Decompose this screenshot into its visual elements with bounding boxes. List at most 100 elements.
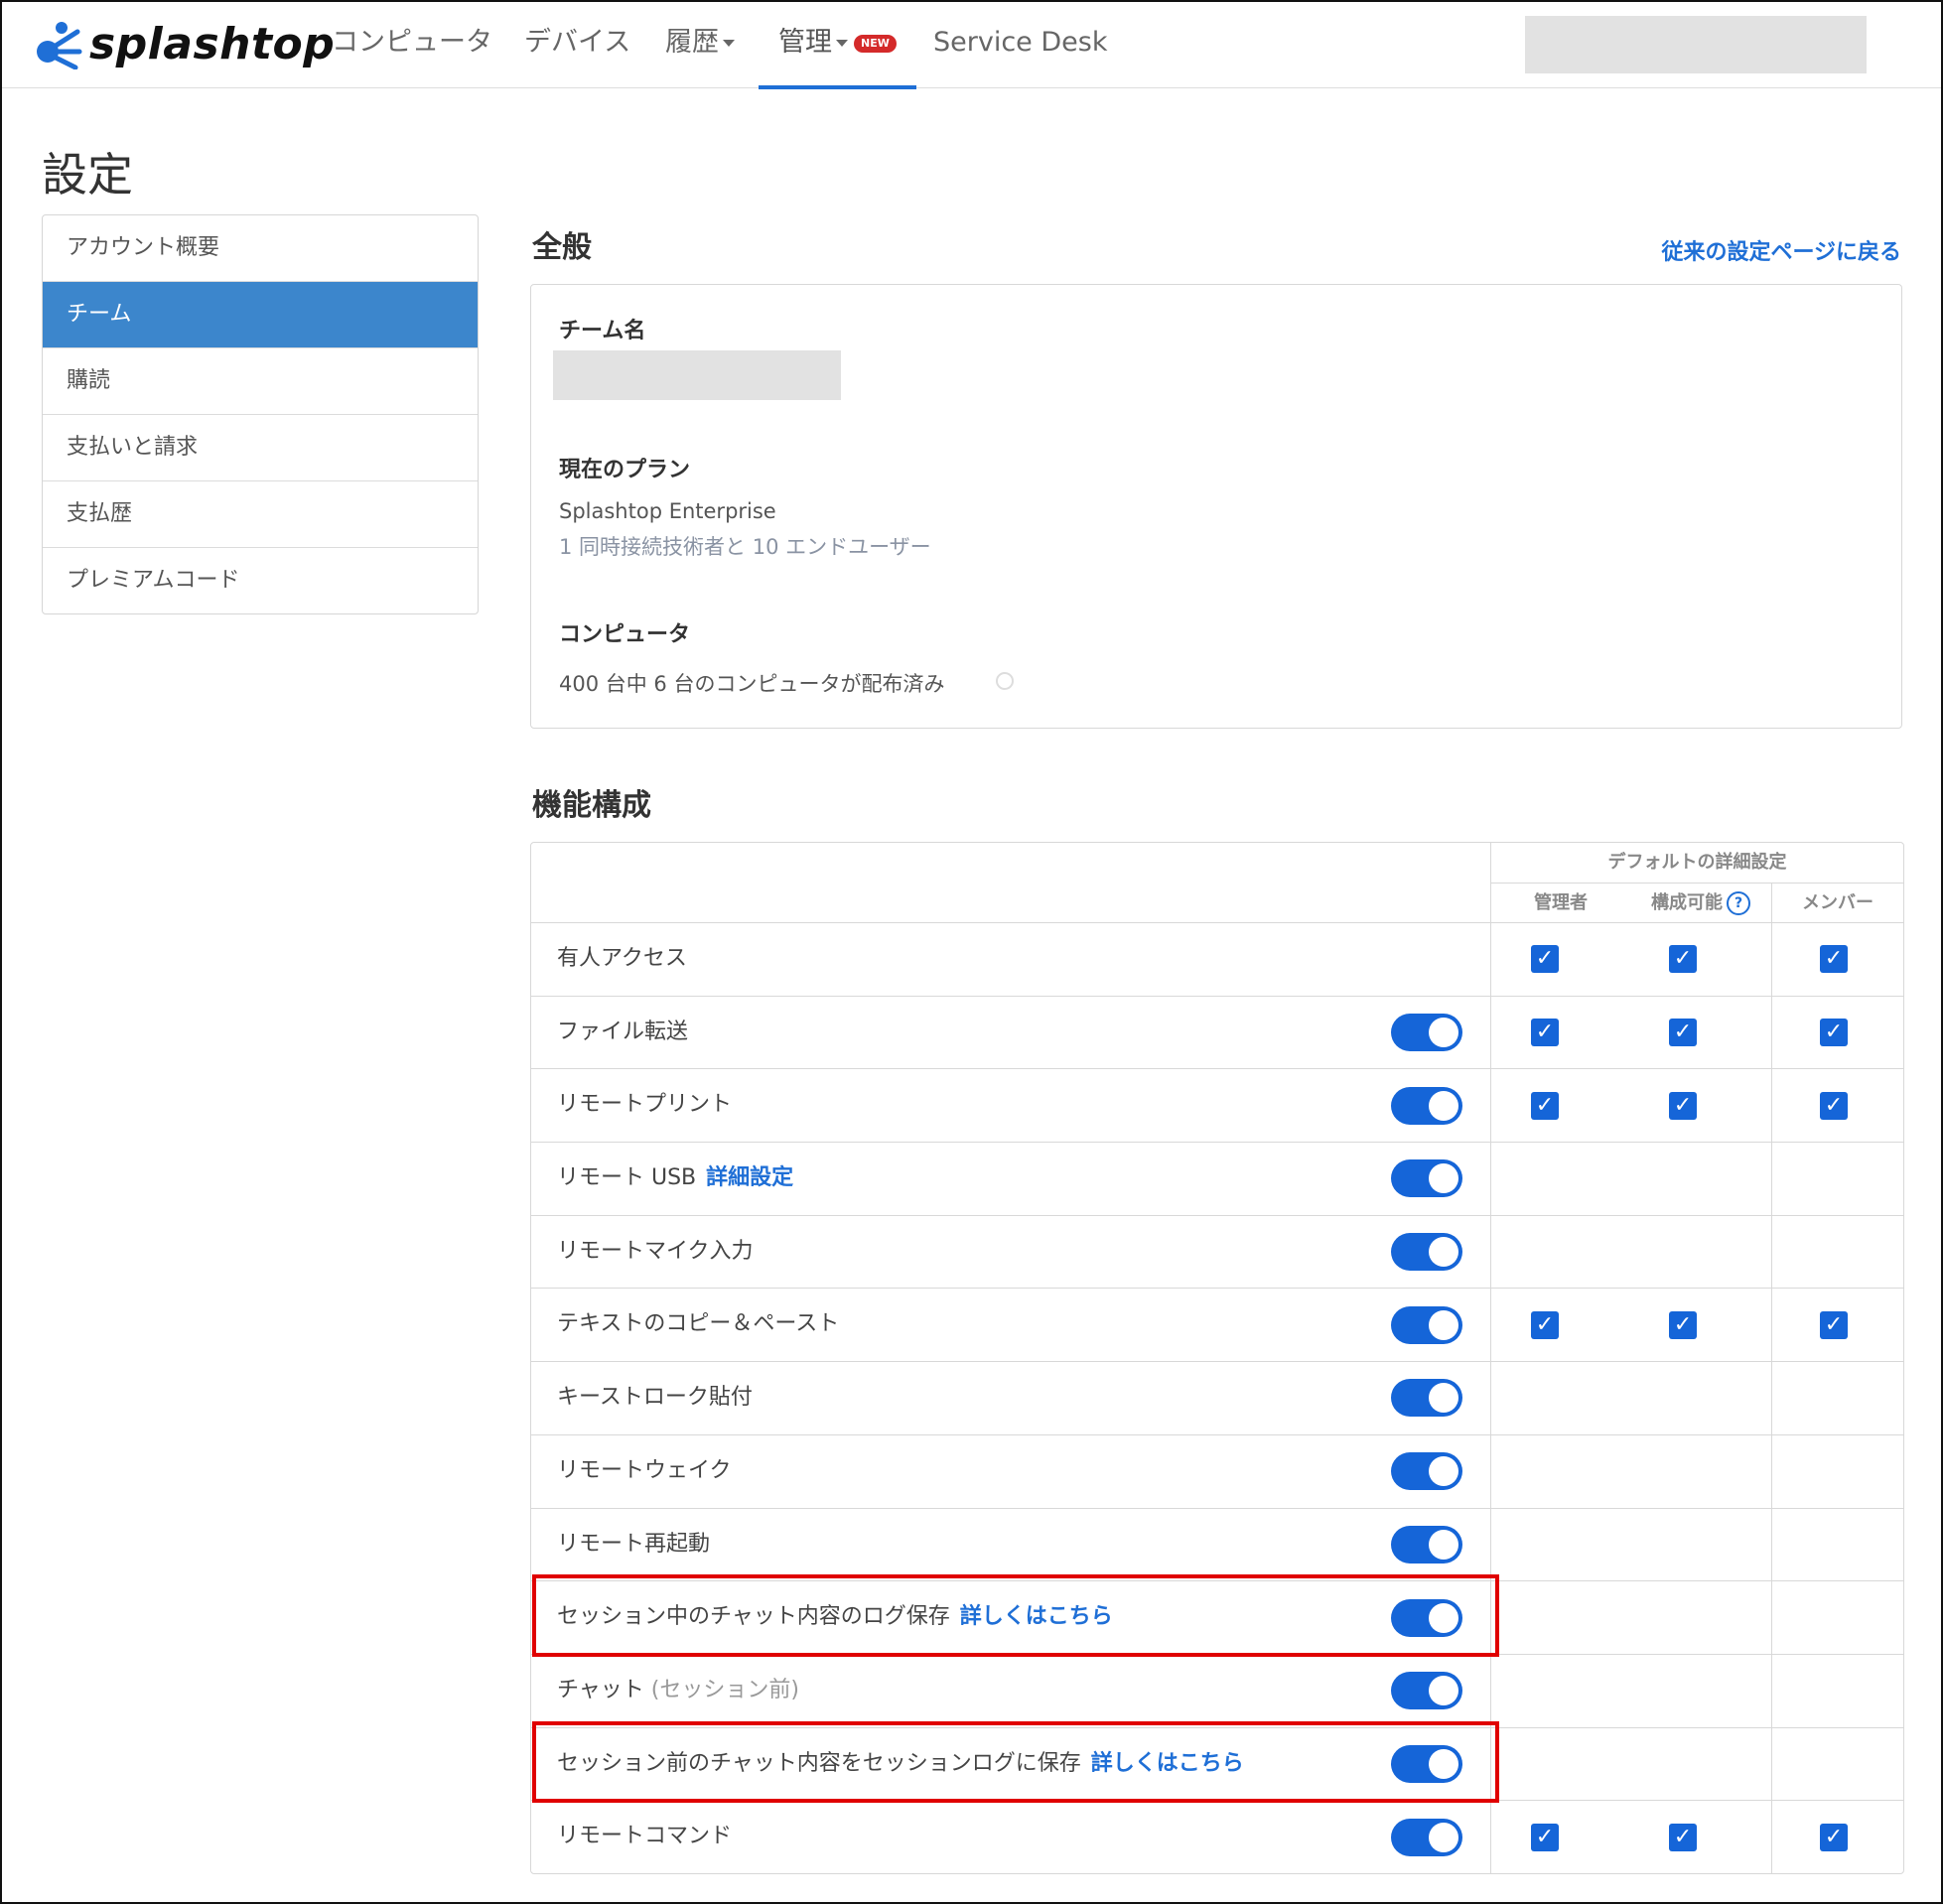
checkbox-admin[interactable]: ✓ <box>1531 1823 1559 1851</box>
feature-toggle[interactable] <box>1391 1452 1462 1491</box>
column-divider <box>1771 1581 1772 1654</box>
plan-name: Splashtop Enterprise <box>559 499 776 523</box>
column-divider <box>1771 1654 1772 1727</box>
column-divider <box>1490 923 1491 996</box>
splashtop-logo[interactable]: splashtop <box>32 14 335 73</box>
feature-name-text: ファイル転送 <box>557 1019 689 1044</box>
feature-name-text: リモートプリント <box>557 1092 733 1118</box>
feature-toggle[interactable] <box>1391 1014 1462 1052</box>
checkbox-admin[interactable]: ✓ <box>1531 1091 1559 1120</box>
feature-name-text: リモートマイク入力 <box>557 1238 754 1264</box>
col-header-admin: 管理者 <box>1534 892 1588 913</box>
column-divider <box>1771 1727 1772 1801</box>
checkbox-member[interactable]: ✓ <box>1820 1823 1848 1851</box>
settings-sidebar: アカウント概要 チーム 購読 支払いと請求 支払歴 プレミアムコード <box>42 214 479 614</box>
feature-name-text: キーストローク貼付 <box>557 1385 753 1411</box>
checkbox-member[interactable]: ✓ <box>1820 1310 1848 1339</box>
highlight-box <box>532 1720 1499 1804</box>
feature-row: キーストローク貼付 <box>531 1362 1903 1435</box>
nav-history-label: 履歴 <box>665 27 719 58</box>
checkbox-configurable[interactable]: ✓ <box>1669 945 1697 974</box>
column-divider <box>1490 1362 1491 1434</box>
checkbox-configurable[interactable]: ✓ <box>1669 1091 1697 1120</box>
checkbox-admin[interactable]: ✓ <box>1531 1310 1559 1339</box>
general-section-title: 全般 <box>532 230 592 265</box>
feature-row: リモートマイク入力 <box>531 1215 1903 1290</box>
feature-row: テキストのコピー＆ペースト ✓ ✓ ✓ <box>531 1289 1903 1363</box>
feature-row: リモートプリント ✓ ✓ ✓ <box>531 1069 1903 1144</box>
feature-name-text: リモートウェイク <box>557 1457 732 1483</box>
checkbox-configurable[interactable]: ✓ <box>1669 1019 1697 1047</box>
feature-toggle[interactable] <box>1391 1379 1462 1418</box>
feature-row: リモートウェイク <box>531 1434 1903 1509</box>
feature-details-link[interactable]: 詳細設定 <box>706 1165 793 1190</box>
feature-name-sub: (セッション前) <box>643 1677 799 1702</box>
feature-name-text: テキストのコピー＆ペースト <box>557 1311 840 1337</box>
splashtop-logo-icon <box>37 22 82 69</box>
nav-computers[interactable]: コンピュータ <box>332 2 492 85</box>
column-divider <box>1490 1215 1491 1289</box>
caret-down-icon <box>836 40 848 47</box>
plan-detail: 1 同時接続技術者と 10 エンドユーザー <box>559 535 931 559</box>
nav-devices-label: デバイス <box>524 27 631 58</box>
feature-name: ファイル転送 <box>557 997 688 1069</box>
legacy-settings-link[interactable]: 従来の設定ページに戻る <box>1661 234 1901 266</box>
column-divider <box>1771 923 1772 996</box>
feature-toggle[interactable] <box>1391 1086 1462 1125</box>
computer-label: コンピュータ <box>559 622 691 647</box>
user-menu-redacted[interactable] <box>1525 16 1867 73</box>
col-header-member: メンバー <box>1802 892 1874 913</box>
sidebar-item-payment-history[interactable]: 支払歴 <box>43 481 478 548</box>
current-plan-label: 現在のプラン <box>559 458 691 482</box>
feature-toggle[interactable] <box>1391 1525 1462 1564</box>
computer-detail: 400 台中 6 台のコンピュータが配布済み <box>559 672 945 696</box>
help-icon[interactable]: ? <box>1727 891 1750 915</box>
feature-name-text: チャット <box>557 1677 644 1702</box>
checkbox-member[interactable]: ✓ <box>1820 1091 1848 1120</box>
column-divider <box>1771 1508 1772 1581</box>
sidebar-item-subscription[interactable]: 購読 <box>43 348 478 415</box>
feature-row: リモートコマンド ✓ ✓ ✓ <box>531 1801 1903 1873</box>
feature-toggle[interactable] <box>1391 1159 1462 1198</box>
column-divider <box>1490 1143 1491 1215</box>
logo-text: splashtop <box>89 18 336 69</box>
column-divider <box>1490 996 1491 1069</box>
feature-toggle[interactable] <box>1391 1233 1462 1272</box>
checkbox-configurable[interactable]: ✓ <box>1669 1823 1697 1851</box>
column-divider <box>1490 1654 1491 1727</box>
column-divider <box>1490 1289 1491 1362</box>
sidebar-item-account-overview[interactable]: アカウント概要 <box>43 215 478 282</box>
column-divider <box>1771 1362 1772 1434</box>
feature-name: リモートマイク入力 <box>557 1216 754 1289</box>
sidebar-item-team[interactable]: チーム <box>43 282 478 348</box>
col-header-configurable: 構成可能? <box>1630 884 1771 922</box>
feature-table-header: デフォルトの詳細設定 管理者 構成可能? メンバー <box>531 843 1903 923</box>
sidebar-item-premium-code[interactable]: プレミアムコード <box>43 548 478 613</box>
feature-name: リモートウェイク <box>557 1435 732 1508</box>
column-divider <box>1490 1434 1491 1508</box>
edit-icon[interactable] <box>994 670 1016 692</box>
page-title: 設定 <box>42 148 133 202</box>
feature-row: 有人アクセス ✓ ✓ ✓ <box>531 923 1903 997</box>
column-divider <box>1771 996 1772 1069</box>
nav-service-desk[interactable]: Service Desk <box>933 2 1107 85</box>
nav-management[interactable]: 管理 NEW <box>759 2 916 89</box>
column-divider <box>1771 1215 1772 1289</box>
feature-toggle[interactable] <box>1391 1305 1462 1344</box>
checkbox-member[interactable]: ✓ <box>1820 945 1848 974</box>
feature-name-text: リモートコマンド <box>557 1824 733 1849</box>
column-divider <box>1771 1801 1772 1873</box>
checkbox-member[interactable]: ✓ <box>1820 1019 1848 1047</box>
features-section-title: 機能構成 <box>532 788 651 823</box>
sidebar-item-payment-billing[interactable]: 支払いと請求 <box>43 415 478 481</box>
nav-history[interactable]: 履歴 <box>665 2 735 85</box>
checkbox-configurable[interactable]: ✓ <box>1669 1310 1697 1339</box>
feature-config-table: デフォルトの詳細設定 管理者 構成可能? メンバー 有人アクセス ✓ ✓ ✓ ファイル転… <box>530 842 1904 1874</box>
top-navbar: splashtop コンピュータ デバイス 履歴 管理 NEW Service D… <box>2 2 1941 89</box>
column-divider <box>1771 1143 1772 1215</box>
checkbox-admin[interactable]: ✓ <box>1531 1019 1559 1047</box>
nav-devices[interactable]: デバイス <box>524 2 630 85</box>
feature-toggle[interactable] <box>1391 1818 1462 1856</box>
feature-toggle[interactable] <box>1391 1672 1462 1710</box>
checkbox-admin[interactable]: ✓ <box>1531 945 1559 974</box>
